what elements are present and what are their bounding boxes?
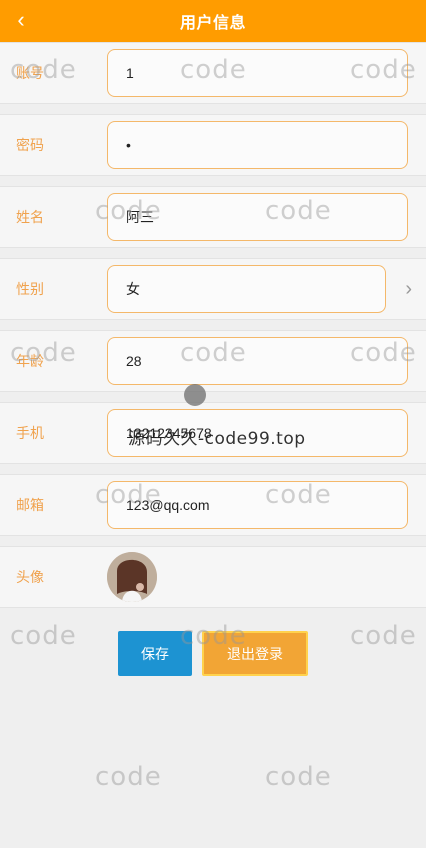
email-row: 邮箱 123@qq.com [0,474,426,536]
touch-indicator [184,384,206,406]
avatar-row: 头像 [0,546,426,608]
gender-row[interactable]: 性别 女 › [0,258,426,320]
watermark-text: code [10,621,77,651]
account-label: 账号 [16,65,44,81]
age-field[interactable]: 28 [107,337,408,385]
header-bar: ‹ 用户信息 [0,0,426,42]
watermark-text: code [95,762,162,792]
age-row: 年龄 28 [0,330,426,392]
account-row: 账号 1 [0,42,426,104]
avatar[interactable] [107,552,157,602]
phone-label: 手机 [16,425,44,441]
watermark-text: code [265,762,332,792]
password-row: 密码 • [0,114,426,176]
gender-field[interactable]: 女 [107,265,386,313]
password-field[interactable]: • [107,121,408,169]
watermark-text: code [350,621,417,651]
account-field[interactable]: 1 [107,49,408,97]
avatar-label: 头像 [16,569,44,585]
phone-field[interactable]: 13212345678 [107,409,408,457]
email-label: 邮箱 [16,497,44,513]
gender-label: 性别 [16,281,44,297]
chevron-right-icon[interactable]: › [405,279,412,299]
logout-button[interactable]: 退出登录 [202,631,308,676]
avatar-image [107,552,157,602]
name-label: 姓名 [16,209,44,225]
age-label: 年龄 [16,353,44,369]
phone-row: 手机 13212345678 [0,402,426,464]
name-field[interactable]: 阿三 [107,193,408,241]
save-button[interactable]: 保存 [118,631,192,676]
password-label: 密码 [16,137,44,153]
name-row: 姓名 阿三 [0,186,426,248]
page-title: 用户信息 [179,15,246,32]
email-field[interactable]: 123@qq.com [107,481,408,529]
